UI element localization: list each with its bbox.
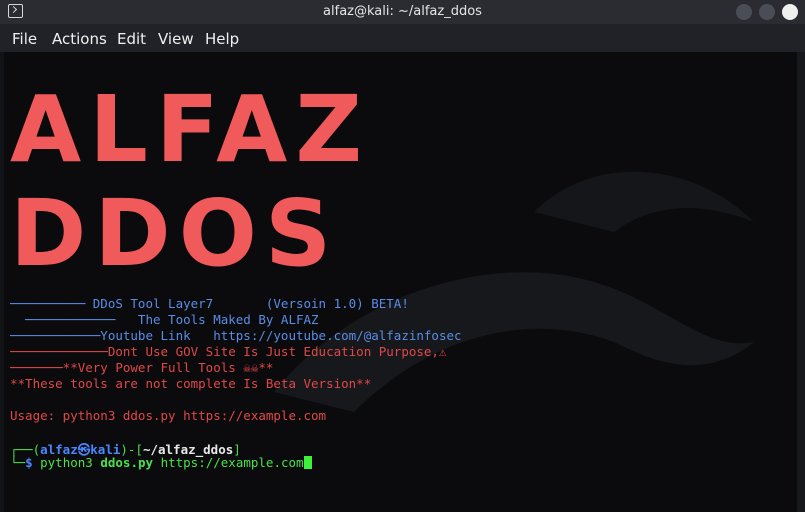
close-button[interactable] [782, 4, 798, 20]
banner-alfaz: ALFAZ [10, 76, 371, 183]
terminal-scrollbar[interactable] [797, 52, 805, 512]
terminal-window: alfaz@kali: ~/alfaz_ddos File Actions Ed… [0, 0, 805, 512]
menu-help[interactable]: Help [205, 30, 239, 48]
text-cursor [303, 456, 312, 469]
info-line-1: ────────── DDoS Tool Layer7 (Versoin 1.0… [10, 296, 409, 311]
info-line-2: ──────────── The Tools Maked By ALFAZ [10, 312, 319, 327]
banner-ddos: DDOS [10, 180, 340, 287]
command-name: python3 [40, 455, 93, 470]
menu-file[interactable]: File [12, 30, 37, 48]
minimize-button[interactable] [736, 4, 752, 20]
maximize-button[interactable] [759, 4, 775, 20]
prompt-command-line[interactable]: └─$ python3 ddos.py https://example.com [10, 455, 312, 470]
usage-line: Usage: python3 ddos.py https://example.c… [10, 408, 327, 423]
info-line-4: ─────────────Dont Use GOV Site Is Just E… [10, 344, 447, 359]
terminal-output[interactable]: ALFAZ DDOS ────────── DDoS Tool Layer7 (… [4, 52, 797, 512]
info-line-5: ───────**Very Power Full Tools ☠☠** [10, 360, 274, 375]
window-title: alfaz@kali: ~/alfaz_ddos [323, 4, 482, 19]
info-line-3: ────────────Youtube Link https://youtube… [10, 328, 462, 343]
info-line-6: **These tools are not complete Is Beta V… [10, 376, 372, 391]
command-argument: https://example.com [160, 455, 304, 470]
menu-view[interactable]: View [158, 30, 194, 48]
menu-bar: File Actions Edit View Help [0, 24, 805, 52]
title-bar[interactable]: alfaz@kali: ~/alfaz_ddos [0, 0, 805, 24]
menu-edit[interactable]: Edit [117, 30, 146, 48]
menu-actions[interactable]: Actions [52, 30, 107, 48]
command-script: ddos.py [100, 455, 154, 470]
